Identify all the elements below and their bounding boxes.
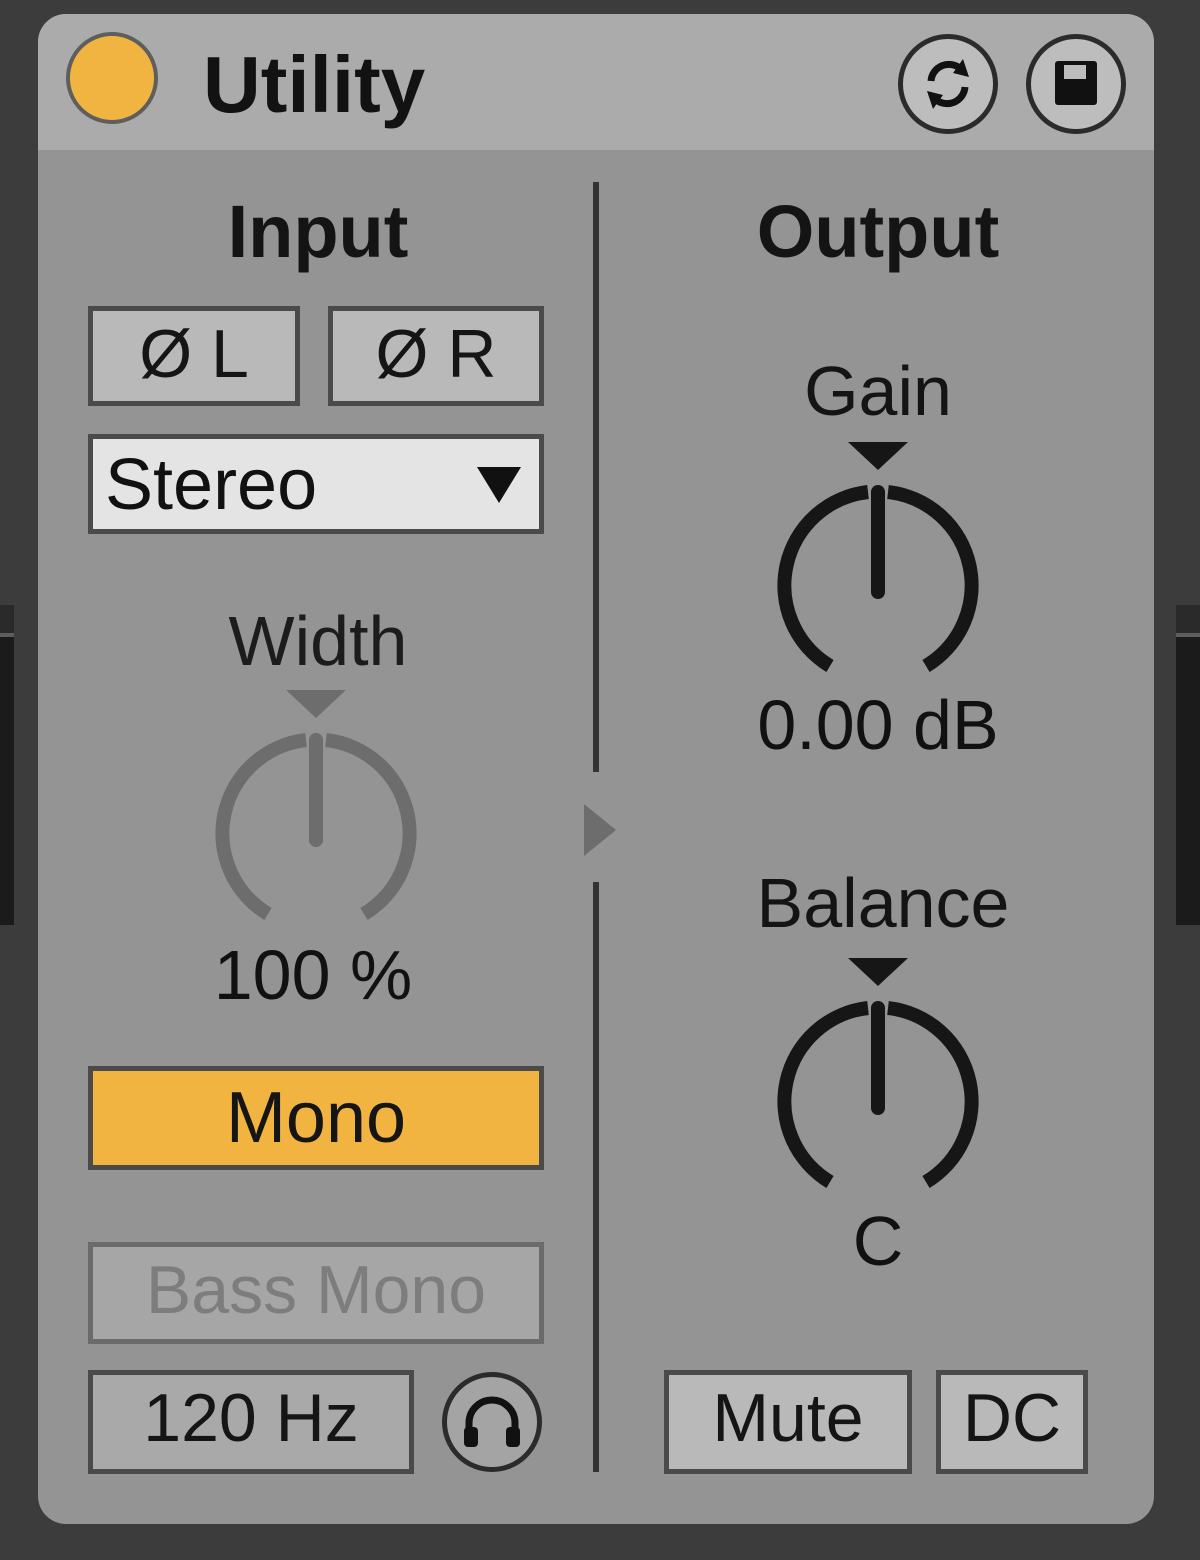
balance-knob[interactable] <box>770 954 986 1194</box>
device-title: Utility <box>203 40 426 129</box>
mono-toggle[interactable]: Mono <box>88 1066 544 1170</box>
dropdown-arrow-icon <box>477 467 521 503</box>
balance-label: Balance <box>756 864 1010 942</box>
channel-mode-dropdown[interactable]: Stereo <box>88 434 544 534</box>
save-preset-button[interactable] <box>1026 34 1126 134</box>
bass-mono-frequency-field[interactable]: 120 Hz <box>88 1370 414 1474</box>
output-section-label: Output <box>756 190 1000 273</box>
gain-knob[interactable] <box>770 438 986 678</box>
width-value: 100 % <box>213 936 413 1014</box>
bass-mono-toggle[interactable]: Bass Mono <box>88 1242 544 1344</box>
dc-filter-toggle[interactable]: DC <box>936 1370 1088 1474</box>
signal-flow-arrow-icon <box>584 804 616 856</box>
device-title-bar[interactable]: Utility <box>38 14 1154 150</box>
right-edge-strip <box>1176 605 1200 925</box>
mute-toggle[interactable]: Mute <box>664 1370 912 1474</box>
device-power-toggle[interactable] <box>66 32 158 124</box>
bass-mono-audition-button[interactable] <box>442 1372 542 1472</box>
width-label: Width <box>228 602 408 680</box>
hot-swap-icon <box>927 59 969 109</box>
width-knob[interactable] <box>208 686 424 926</box>
hot-swap-button[interactable] <box>898 34 998 134</box>
headphones-icon <box>464 1396 520 1447</box>
utility-device: Utility Input Ø L Ø R Stereo Width 100 %… <box>38 14 1154 1524</box>
gain-label: Gain <box>804 352 952 430</box>
channel-mode-value: Stereo <box>105 445 318 525</box>
section-divider-bottom <box>593 882 599 1472</box>
balance-value: C <box>852 1202 904 1280</box>
phase-invert-right-button[interactable]: Ø R <box>328 306 544 406</box>
save-preset-icon <box>1055 61 1097 105</box>
gain-value: 0.00 dB <box>757 686 999 764</box>
input-section-label: Input <box>227 190 409 273</box>
left-edge-strip <box>0 605 14 925</box>
phase-invert-left-button[interactable]: Ø L <box>88 306 300 406</box>
section-divider-top <box>593 182 599 772</box>
